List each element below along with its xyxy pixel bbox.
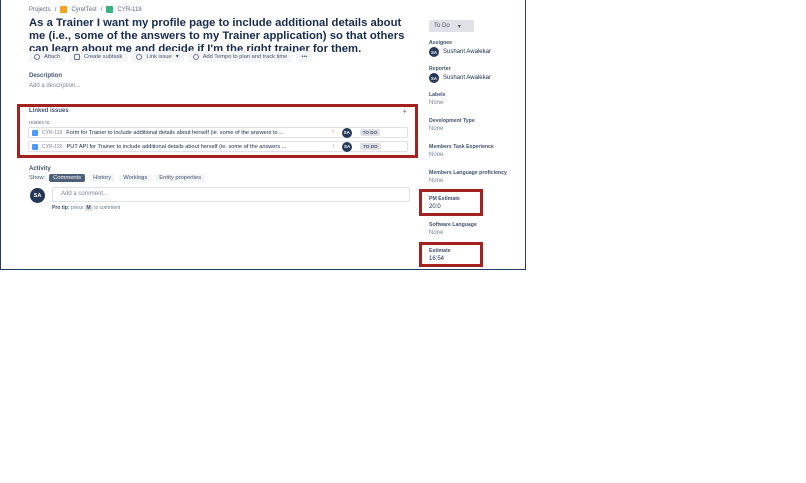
- more-actions-button[interactable]: •••: [296, 51, 313, 62]
- tab-history[interactable]: History: [89, 174, 116, 182]
- more-icon: •••: [301, 53, 308, 60]
- pro-tip: Pro tip: press M to comment: [52, 205, 120, 211]
- paperclip-icon: [34, 53, 40, 60]
- linked-issue-row[interactable]: CYR-120 PUT API for Trainer to include a…: [28, 141, 408, 152]
- development-type-value[interactable]: None: [429, 126, 443, 132]
- create-subtask-button[interactable]: Create subtask: [69, 51, 128, 62]
- issue-toolbar: Attach Create subtask Link issue ▾ Add T…: [29, 51, 313, 62]
- members-language-value[interactable]: None: [429, 178, 443, 184]
- tempo-label: Add Tempo to plan and track time: [202, 53, 288, 60]
- breadcrumb-project[interactable]: CyretTest: [71, 7, 96, 13]
- arrow-up-icon: ↑: [331, 129, 335, 136]
- chevron-down-icon[interactable]: ▾: [176, 53, 179, 60]
- breadcrumb-separator: /: [54, 6, 57, 13]
- breadcrumb-issue-key[interactable]: CYR-118: [117, 7, 141, 13]
- arrow-up-icon: ↑: [331, 143, 336, 150]
- members-task-experience-value[interactable]: None: [429, 152, 443, 158]
- link-icon: [136, 53, 143, 60]
- linked-issues-label: Linked issues: [29, 108, 69, 114]
- labels-value[interactable]: None: [429, 100, 443, 106]
- status-dropdown[interactable]: To Do ▾: [429, 20, 474, 32]
- assignee-label: Assignee: [429, 40, 453, 46]
- activity-tabs: Show: Comments History Worklogs Entity p…: [29, 174, 206, 182]
- reporter-label: Reporter: [429, 66, 451, 72]
- linked-issue-key[interactable]: CYR-119: [42, 130, 62, 136]
- comment-input[interactable]: Add a comment...: [52, 187, 410, 202]
- pm-estimate-highlight: [419, 189, 483, 216]
- attach-button[interactable]: Attach: [29, 51, 66, 62]
- linked-issue-row[interactable]: CYR-119 Form for Trainer to include addi…: [28, 127, 408, 138]
- linked-issues-section: Linked issues + relates to CYR-119 Form …: [17, 104, 418, 158]
- activity-label: Activity: [29, 166, 51, 172]
- subtask-icon: [74, 53, 81, 60]
- reporter-field[interactable]: SA Sushant Awalekar: [429, 73, 491, 83]
- link-issue-button[interactable]: Link issue ▾: [131, 51, 184, 62]
- assignee-field[interactable]: SA Sushant Awalekar: [429, 47, 491, 57]
- story-icon: [32, 143, 38, 150]
- avatar: SA: [342, 141, 353, 152]
- assignee-name: Sushant Awalekar: [443, 49, 491, 55]
- tab-worklogs[interactable]: Worklogs: [119, 174, 152, 182]
- members-language-label: Members Language proficiency: [429, 170, 507, 176]
- issue-view-frame: Projects / CyretTest / CYR-118 As a Trai…: [0, 0, 526, 270]
- create-subtask-label: Create subtask: [84, 53, 123, 60]
- breadcrumb-projects[interactable]: Projects: [29, 7, 51, 13]
- estimate-highlight: [419, 242, 483, 267]
- avatar: SA: [30, 188, 45, 203]
- labels-label: Labels: [429, 92, 446, 98]
- shortcut-key: M: [84, 205, 93, 211]
- software-language-label: Software Language: [429, 222, 477, 228]
- story-icon: [106, 6, 114, 13]
- avatar: SA: [429, 73, 439, 83]
- tempo-button[interactable]: Add Tempo to plan and track time: [187, 51, 293, 62]
- add-linked-issue-button[interactable]: +: [402, 107, 407, 116]
- breadcrumb: Projects / CyretTest / CYR-118: [29, 6, 142, 13]
- development-type-label: Development Type: [429, 118, 475, 124]
- reporter-name: Sushant Awalekar: [443, 75, 491, 81]
- avatar: SA: [341, 127, 352, 138]
- linked-issue-summary[interactable]: PUT API for Trainer to include additiona…: [67, 144, 329, 150]
- software-language-value[interactable]: None: [429, 230, 443, 236]
- breadcrumb-separator: /: [100, 6, 103, 13]
- pro-tip-label: Pro tip:: [52, 205, 70, 211]
- tab-entity-properties[interactable]: Entity properties: [155, 174, 206, 182]
- tab-comments[interactable]: Comments: [49, 174, 86, 182]
- avatar: SA: [429, 47, 439, 57]
- chevron-down-icon: ▾: [457, 23, 461, 30]
- show-label: Show:: [29, 175, 46, 181]
- attach-label: Attach: [44, 53, 61, 60]
- linked-issue-key[interactable]: CYR-120: [42, 144, 63, 150]
- members-task-experience-label: Members Task Experience: [429, 144, 494, 150]
- link-issue-label: Link issue: [146, 53, 172, 60]
- project-icon: [60, 6, 68, 13]
- status-label: To Do: [434, 23, 450, 29]
- description-label: Description: [29, 73, 63, 79]
- status-badge[interactable]: TO DO: [359, 129, 381, 136]
- story-icon: [32, 129, 38, 136]
- description-placeholder[interactable]: Add a description...: [29, 83, 80, 89]
- pro-tip-pre: press: [70, 205, 84, 211]
- pro-tip-post: to comment: [94, 205, 121, 211]
- linked-issue-summary[interactable]: Form for Trainer to include additional d…: [66, 130, 328, 136]
- status-badge[interactable]: TO DO: [360, 143, 381, 150]
- relation-label: relates to: [29, 120, 50, 126]
- plus-circle-icon: [192, 53, 199, 60]
